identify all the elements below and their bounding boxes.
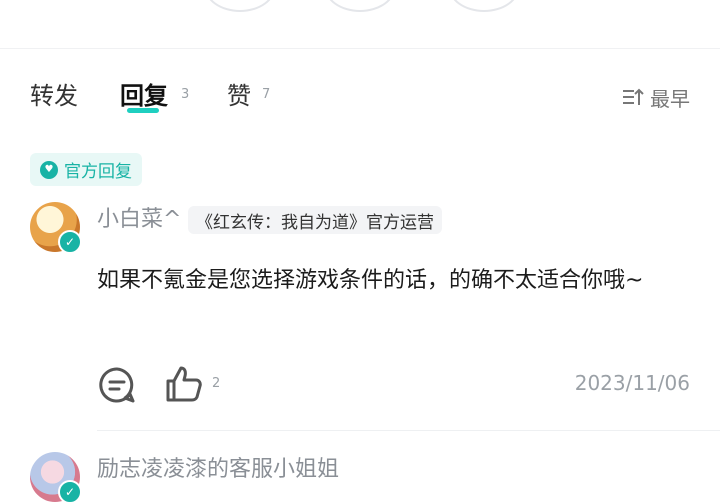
top-action-circle-1[interactable] xyxy=(204,0,276,12)
official-reply-badge: ♥ 官方回复 xyxy=(30,153,142,186)
reply-date: 2023/11/06 xyxy=(574,371,690,395)
reply-content: 如果不氪金是您选择游戏条件的话，的确不太适合你哦~ xyxy=(97,268,644,293)
sort-label: 最早 xyxy=(650,87,690,111)
tab-like[interactable]: 赞 xyxy=(227,80,251,112)
top-action-circle-2[interactable] xyxy=(324,0,396,12)
verified-icon: ✓ xyxy=(58,480,82,504)
official-badge-label: 官方回复 xyxy=(64,162,132,182)
tab-forward[interactable]: 转发 xyxy=(30,80,78,112)
user-title-badge: 《红玄传：我自为道》官方运营 xyxy=(188,206,442,234)
username[interactable]: 小白菜^ xyxy=(97,206,181,234)
comment-icon[interactable] xyxy=(98,366,136,404)
divider xyxy=(97,430,720,431)
like-icon[interactable] xyxy=(164,364,204,404)
like-count: 2 xyxy=(212,376,221,391)
verified-icon: ✓ xyxy=(58,230,82,254)
reply-count: 3 xyxy=(181,87,190,102)
username[interactable]: 励志凌凌漆的客服小姐姐 xyxy=(97,456,339,484)
heart-icon: ♥ xyxy=(40,160,58,179)
top-action-circle-3[interactable] xyxy=(448,0,520,12)
divider xyxy=(0,48,720,49)
sort-icon xyxy=(623,88,644,105)
sort-button[interactable]: 最早 xyxy=(622,83,690,112)
active-tab-indicator xyxy=(127,108,159,113)
like-tab-count: 7 xyxy=(262,87,271,102)
